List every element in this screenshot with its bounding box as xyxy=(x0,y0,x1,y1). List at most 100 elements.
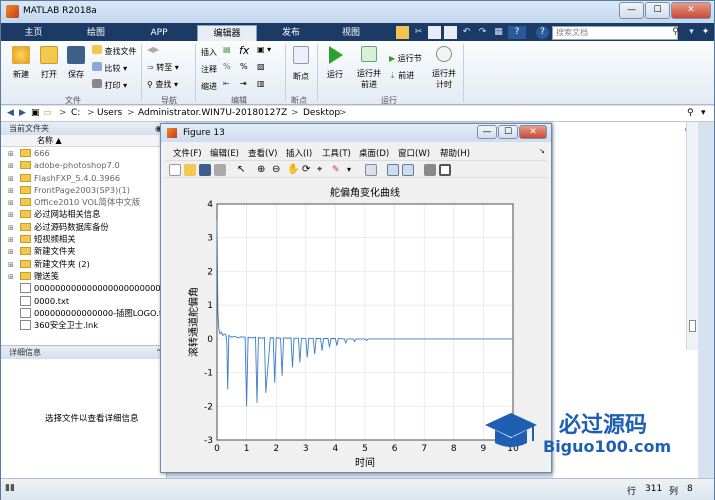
close-button[interactable]: ✕ xyxy=(671,2,711,19)
tab-view[interactable]: 视图 xyxy=(326,25,376,41)
menu-view[interactable]: 查看(V) xyxy=(248,147,277,159)
path-users[interactable]: Users xyxy=(97,108,122,118)
brush-dropdown-icon[interactable]: ▾ xyxy=(347,164,359,176)
expand-icon[interactable]: ⊞ xyxy=(8,148,14,159)
path-user[interactable]: Administrator.WIN7U-20180127Z xyxy=(138,108,287,118)
search-icon[interactable]: ⚲ xyxy=(669,26,682,39)
browse-folder-icon[interactable]: ▭ xyxy=(43,108,52,118)
print-button[interactable]: 打印 ▾ xyxy=(92,79,127,91)
legend-icon[interactable] xyxy=(402,164,414,176)
tab-apps[interactable]: APP xyxy=(134,25,184,41)
search-documentation-input[interactable]: 搜索文档 xyxy=(552,26,678,40)
zoom-in-icon[interactable]: ⊕ xyxy=(257,164,269,176)
run-advance-button[interactable]: 运行并前进 xyxy=(356,46,382,90)
run-section-button[interactable]: ▶ 运行节 xyxy=(389,53,422,64)
expand-icon[interactable]: ⊞ xyxy=(8,173,14,184)
cut-quick-icon[interactable]: ✂ xyxy=(412,26,425,39)
menu-help[interactable]: 帮助(H) xyxy=(440,147,470,159)
file-item[interactable]: 360安全卫士.lnk xyxy=(1,319,166,331)
file-item[interactable]: 0000000000000000000000000... xyxy=(1,282,166,294)
indent-more-icon[interactable]: ⇥ xyxy=(240,79,247,88)
address-dropdown-icon[interactable]: ▾ xyxy=(701,108,706,118)
percent-icon[interactable]: % xyxy=(223,62,231,71)
new-figure-icon[interactable] xyxy=(169,164,181,176)
show-tools-icon[interactable] xyxy=(439,164,451,176)
up-folder-icon[interactable]: ▣ xyxy=(31,108,40,118)
file-item[interactable]: 0000.txt xyxy=(1,295,166,307)
menu-edit[interactable]: 编辑(E) xyxy=(210,147,239,159)
find-button[interactable]: ⚲ 查找 ▾ xyxy=(147,79,178,90)
folder-item[interactable]: ⊞ 必过网站相关信息 xyxy=(1,208,166,220)
expand-icon[interactable]: ⊞ xyxy=(8,234,14,245)
tab-editor[interactable]: 编辑器 xyxy=(197,25,257,41)
smart-indent-icon[interactable]: ▥ xyxy=(257,79,265,88)
folder-item[interactable]: ⊞ 666 xyxy=(1,147,166,159)
fx-button[interactable]: fx xyxy=(239,44,249,57)
tab-plots[interactable]: 绘图 xyxy=(71,25,121,41)
switch-windows-icon[interactable]: ▦ xyxy=(492,26,505,39)
insert-button[interactable]: 插入 xyxy=(201,47,217,58)
compare-button[interactable]: 比较 ▾ xyxy=(92,62,127,74)
name-column-header[interactable]: 名称 ▲ xyxy=(1,135,166,147)
menu-tools[interactable]: 工具(T) xyxy=(322,147,351,159)
tab-home[interactable]: 主页 xyxy=(11,25,56,41)
folder-item[interactable]: ⊞ FlashFXP_5.4.0.3966 xyxy=(1,172,166,184)
open-button[interactable]: 打开 xyxy=(37,46,61,80)
menubar-dock-icon[interactable]: ↘ xyxy=(539,147,545,155)
run-button[interactable]: 运行 xyxy=(323,46,347,80)
zoom-out-icon[interactable]: ⊖ xyxy=(272,164,284,176)
wrap-icon[interactable]: ▧ xyxy=(257,62,265,71)
menu-desktop[interactable]: 桌面(D) xyxy=(359,147,389,159)
forward-arrow-icon[interactable]: ▶ xyxy=(19,108,26,118)
folder-item[interactable]: ⊞ 必过源码数据库备份 xyxy=(1,221,166,233)
new-button[interactable]: 新建 xyxy=(9,46,33,80)
advance-button[interactable]: ⇣ 前进 xyxy=(389,70,414,81)
expand-icon[interactable]: ⊞ xyxy=(8,271,14,282)
goto-button[interactable]: ⇒ 转至 ▾ xyxy=(147,62,179,73)
tab-publish[interactable]: 发布 xyxy=(266,25,316,41)
breakpoints-button[interactable]: 断点 xyxy=(290,46,312,82)
expand-icon[interactable]: ⊞ xyxy=(8,185,14,196)
save-quick-icon[interactable] xyxy=(396,26,409,39)
undo-quick-icon[interactable]: ↶ xyxy=(460,26,473,39)
save-button[interactable]: 保存 xyxy=(64,46,88,80)
redo-quick-icon[interactable]: ↷ xyxy=(476,26,489,39)
folder-item[interactable]: ⊞ Office2010 VOL简体中文版 xyxy=(1,196,166,208)
indent-icon[interactable]: ⇤ xyxy=(223,79,230,88)
file-item[interactable]: 000000000000000-插图LOGO.f... xyxy=(1,307,166,319)
folder-item[interactable]: ⊞ FrontPage2003(SP3)(1) xyxy=(1,184,166,196)
open-file-icon[interactable] xyxy=(184,164,196,176)
uncomment-icon[interactable]: % xyxy=(240,62,248,71)
menu-file[interactable]: 文件(F) xyxy=(173,147,202,159)
help-quick-icon[interactable]: ? xyxy=(508,26,526,39)
command-scrollbar[interactable] xyxy=(686,122,698,350)
folder-item[interactable]: ⊞ 短视频相关 xyxy=(1,233,166,245)
folder-item[interactable]: ⊞ adobe-photoshop7.0 xyxy=(1,159,166,171)
pan-icon[interactable]: ✋ xyxy=(287,164,299,176)
address-search-icon[interactable]: ⚲ xyxy=(687,108,694,118)
expand-icon[interactable]: ⊞ xyxy=(8,222,14,233)
back-nav-icon[interactable]: ◀▶ xyxy=(147,45,159,54)
brush-icon[interactable]: ✎ xyxy=(332,164,344,176)
expand-icon[interactable]: ⊞ xyxy=(8,160,14,171)
copy-quick-icon[interactable] xyxy=(428,26,441,39)
menu-insert[interactable]: 插入(I) xyxy=(286,147,312,159)
scroll-thumb[interactable] xyxy=(689,320,696,332)
colorbar-icon[interactable] xyxy=(387,164,399,176)
filter-icon[interactable]: ▾ xyxy=(685,26,698,39)
hide-tools-icon[interactable] xyxy=(424,164,436,176)
minimize-button[interactable]: — xyxy=(619,2,644,19)
data-cursor-icon[interactable]: ⌖ xyxy=(317,164,329,176)
folder-item[interactable]: ⊞ 新建文件夹 xyxy=(1,245,166,257)
figure-maximize-button[interactable]: ☐ xyxy=(498,125,518,139)
insert-section-icon[interactable]: ▤ xyxy=(223,45,231,54)
expand-icon[interactable]: ⊞ xyxy=(8,197,14,208)
notification-icon[interactable]: ✦ xyxy=(699,26,712,39)
path-drive[interactable]: C: xyxy=(71,108,80,118)
print-figure-icon[interactable] xyxy=(214,164,226,176)
menu-window[interactable]: 窗口(W) xyxy=(398,147,430,159)
pointer-icon[interactable]: ↖ xyxy=(237,164,249,176)
paste-quick-icon[interactable] xyxy=(444,26,457,39)
figure-close-button[interactable]: ✕ xyxy=(519,125,547,139)
figure-minimize-button[interactable]: — xyxy=(477,125,497,139)
